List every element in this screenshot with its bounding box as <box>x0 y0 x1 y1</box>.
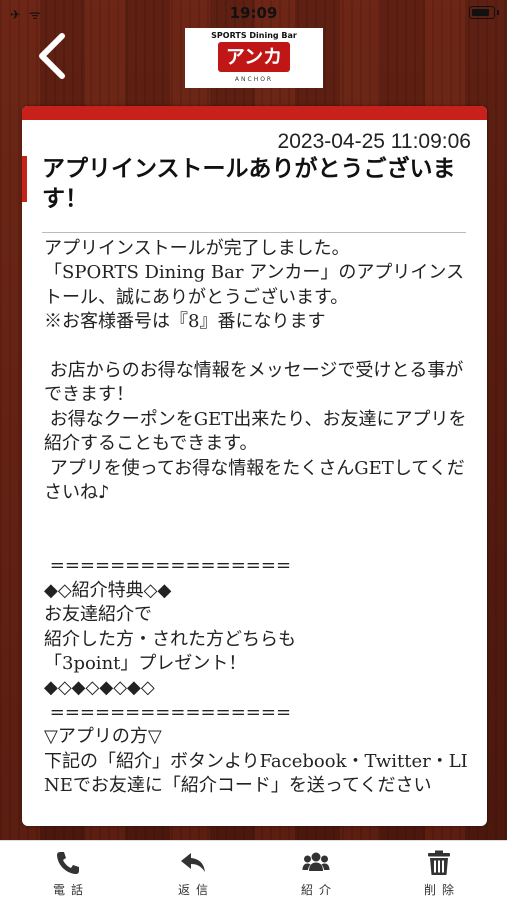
chevron-left-icon <box>39 33 65 79</box>
status-time: 19:09 <box>229 4 278 22</box>
message-title: アプリインストールありがとうございます！ <box>42 156 456 212</box>
tab-delete-label: 削除 <box>423 883 460 897</box>
tab-phone-label: 電話 <box>52 883 89 897</box>
logo-top-text: SPORTS Dining Bar <box>211 31 297 40</box>
reply-icon <box>181 853 205 872</box>
message-body[interactable]: アプリインストールが完了しました。 「SPORTS Dining Bar アンカ… <box>44 237 469 826</box>
battery-tip <box>497 10 499 15</box>
tab-reply[interactable]: 返信 <box>143 841 243 901</box>
tab-invite[interactable]: 紹介 <box>266 841 366 901</box>
trash-icon <box>428 850 450 875</box>
tab-phone[interactable]: 電話 <box>18 841 118 901</box>
back-button[interactable] <box>30 30 78 82</box>
status-bar: ✈ ᯤ 19:09 <box>0 0 507 26</box>
battery-icon <box>469 6 495 19</box>
title-divider <box>42 232 466 233</box>
message-timestamp: 2023-04-25 11:09:06 <box>277 130 471 153</box>
logo-main-text: アンカー <box>218 42 290 98</box>
users-icon <box>302 852 330 871</box>
title-accent-bar <box>22 156 27 202</box>
shop-logo: SPORTS Dining Bar アンカー ANCHOR <box>185 28 323 98</box>
phone-icon <box>57 852 79 874</box>
bottom-tab-bar: 電話 返信 紹介 削除 <box>0 840 507 901</box>
tab-delete[interactable]: 削除 <box>389 841 489 901</box>
logo-sub-text: ANCHOR <box>234 76 274 83</box>
message-card: 2023-04-25 11:09:06 アプリインストールありがとうございます！… <box>22 106 487 826</box>
card-accent-bar <box>22 106 487 120</box>
tab-reply-label: 返信 <box>177 883 214 897</box>
tab-invite-label: 紹介 <box>300 883 337 897</box>
